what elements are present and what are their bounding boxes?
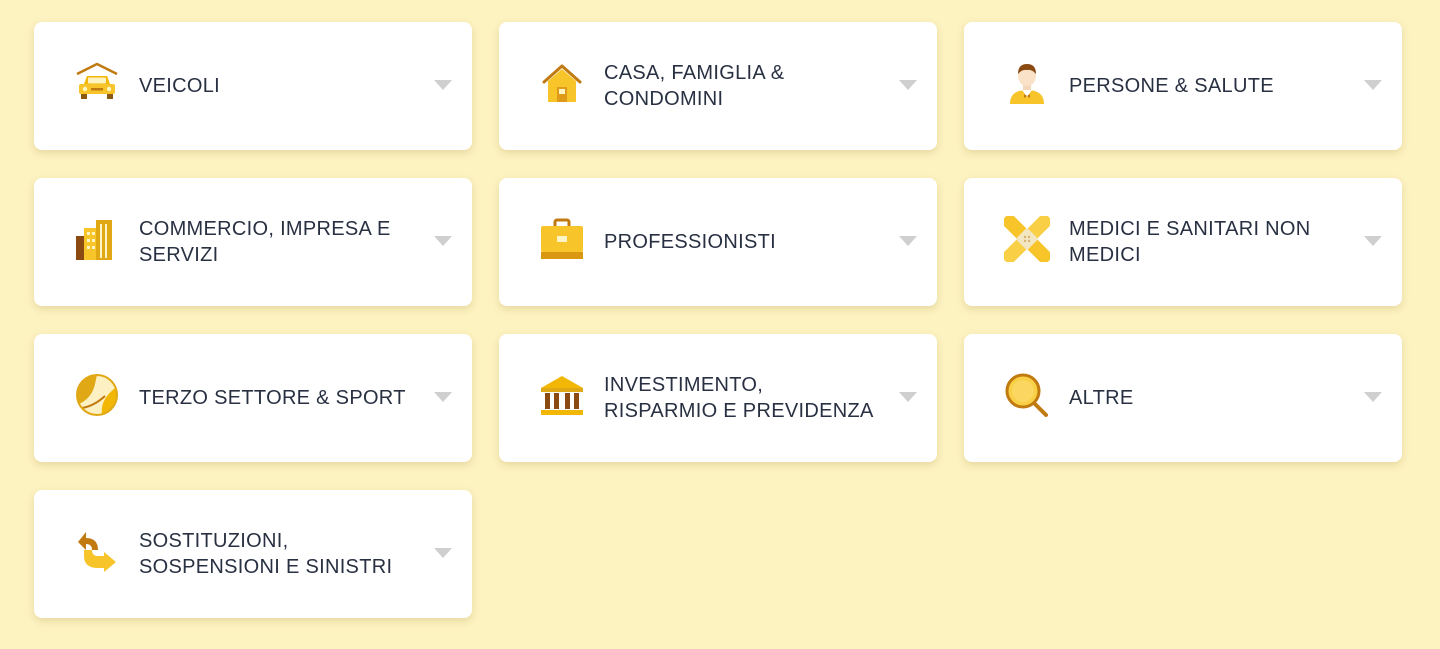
chevron-down-icon[interactable] <box>434 236 452 246</box>
category-card-professionisti[interactable]: PROFESSIONISTI <box>499 178 937 306</box>
magnifier-icon <box>1004 372 1050 418</box>
chevron-down-icon[interactable] <box>434 392 452 402</box>
category-card-sostituzioni[interactable]: SOSTITUZIONI, SOSPENSIONI E SINISTRI <box>34 490 472 618</box>
bandage-icon <box>1004 216 1050 262</box>
category-card-casa[interactable]: CASA, FAMIGLIA & CONDOMINI <box>499 22 937 150</box>
car-garage-icon <box>74 60 120 106</box>
category-label: CASA, FAMIGLIA & CONDOMINI <box>604 62 785 110</box>
category-card-medici[interactable]: MEDICI E SANITARI NON MEDICI <box>964 178 1402 306</box>
buildings-icon <box>74 216 120 262</box>
chevron-down-icon[interactable] <box>899 392 917 402</box>
chevron-down-icon[interactable] <box>899 236 917 246</box>
category-label: PROFESSIONISTI <box>604 231 777 253</box>
category-label: SOSTITUZIONI, SOSPENSIONI E SINISTRI <box>139 530 393 578</box>
category-card-veicoli[interactable]: VEICOLI <box>34 22 472 150</box>
category-card-persone[interactable]: PERSONE & SALUTE <box>964 22 1402 150</box>
category-card-commercio[interactable]: COMMERCIO, IMPRESA E SERVIZI <box>34 178 472 306</box>
bank-icon <box>539 372 585 418</box>
chevron-down-icon[interactable] <box>1364 80 1382 90</box>
person-icon <box>1004 60 1050 106</box>
chevron-down-icon[interactable] <box>1364 236 1382 246</box>
chevron-down-icon[interactable] <box>434 80 452 90</box>
chevron-down-icon[interactable] <box>1364 392 1382 402</box>
category-label: MEDICI E SANITARI NON MEDICI <box>1069 218 1311 266</box>
category-card-altre[interactable]: ALTRE <box>964 334 1402 462</box>
category-label: PERSONE & SALUTE <box>1069 75 1274 97</box>
category-label: TERZO SETTORE & SPORT <box>139 387 406 409</box>
category-label: COMMERCIO, IMPRESA E SERVIZI <box>139 218 391 266</box>
category-card-terzo-settore[interactable]: TERZO SETTORE & SPORT <box>34 334 472 462</box>
category-label: INVESTIMENTO, RISPARMIO E PREVIDENZA <box>604 374 874 422</box>
chevron-down-icon[interactable] <box>899 80 917 90</box>
swap-arrows-icon <box>74 528 120 574</box>
category-label: ALTRE <box>1069 387 1134 409</box>
volleyball-icon <box>74 372 120 418</box>
category-card-investimento[interactable]: INVESTIMENTO, RISPARMIO E PREVIDENZA <box>499 334 937 462</box>
category-label: VEICOLI <box>139 75 221 97</box>
briefcase-icon <box>539 216 585 262</box>
chevron-down-icon[interactable] <box>434 548 452 558</box>
house-icon <box>539 60 585 106</box>
